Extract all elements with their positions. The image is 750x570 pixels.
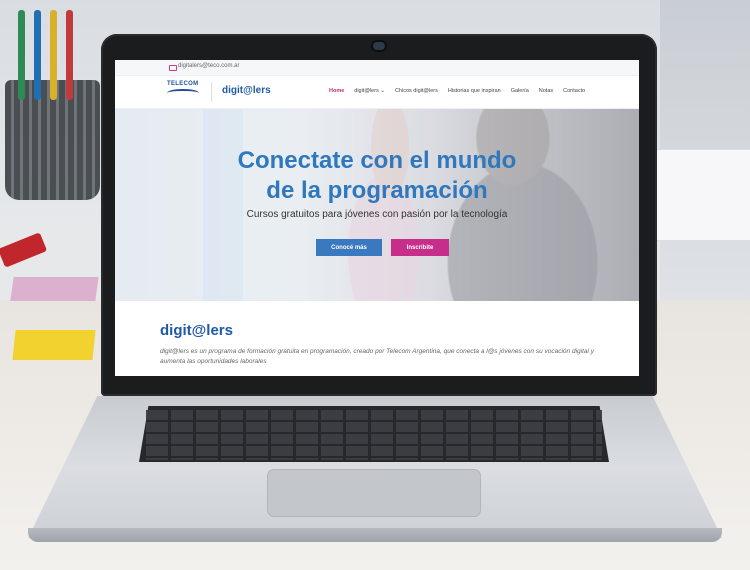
pencil — [34, 10, 41, 100]
telecom-arc-icon — [167, 89, 199, 97]
section-title: digit@lers — [160, 322, 233, 339]
navbar: TELECOM digit@lers Home digit@lers ⌄ Chi… — [115, 76, 639, 109]
telecom-logo[interactable]: TELECOM — [167, 81, 201, 101]
webcam-icon — [373, 42, 385, 50]
nav-item-galeria[interactable]: Galería — [511, 88, 529, 94]
telecom-logo-text: TELECOM — [167, 81, 199, 87]
hero-subtitle: Cursos gratuitos para jóvenes con pasión… — [246, 209, 508, 220]
pencil — [50, 10, 57, 100]
nav-item-notas[interactable]: Notas — [539, 88, 553, 94]
nav-item-contacto[interactable]: Contacto — [563, 88, 585, 94]
top-bar: digitalers@teco.com.ar — [115, 60, 639, 76]
signup-button[interactable]: Inscribite — [391, 239, 449, 256]
section-description: digit@lers es un programa de formación g… — [160, 348, 595, 365]
pencil — [18, 10, 25, 100]
hero-title-line2: de la programación — [266, 177, 488, 204]
main-nav: Home digit@lers ⌄ Chicos digit@lers Hist… — [329, 88, 585, 94]
learn-more-button[interactable]: Conocé más — [316, 239, 382, 256]
red-binder-clip — [0, 232, 48, 268]
keyboard-keys — [146, 410, 602, 460]
pencil — [66, 10, 73, 100]
digitalers-logo[interactable]: digit@lers — [222, 85, 271, 96]
hero-title-line1: Conectate con el mundo — [237, 147, 517, 174]
laptop-base-front — [28, 528, 722, 542]
laptop-screen: digitalers@teco.com.ar TELECOM digit@ler… — [115, 60, 639, 376]
mail-icon — [169, 65, 177, 71]
nav-item-chicos[interactable]: Chicos digit@lers — [395, 88, 438, 94]
nav-item-historias[interactable]: Historias que inspiran — [448, 88, 501, 94]
nav-item-digitalers[interactable]: digit@lers ⌄ — [354, 88, 385, 94]
logo-divider — [211, 82, 212, 102]
trackpad — [268, 470, 480, 516]
sticky-note-yellow — [12, 330, 96, 360]
hero-banner: Conectate con el mundo de la programació… — [115, 109, 639, 301]
sticky-note-pink — [10, 277, 99, 301]
background-papers — [655, 150, 750, 240]
nav-item-home[interactable]: Home — [329, 88, 344, 94]
hero-title: Conectate con el mundo de la programació… — [115, 146, 639, 206]
contact-email[interactable]: digitalers@teco.com.ar — [178, 63, 239, 69]
